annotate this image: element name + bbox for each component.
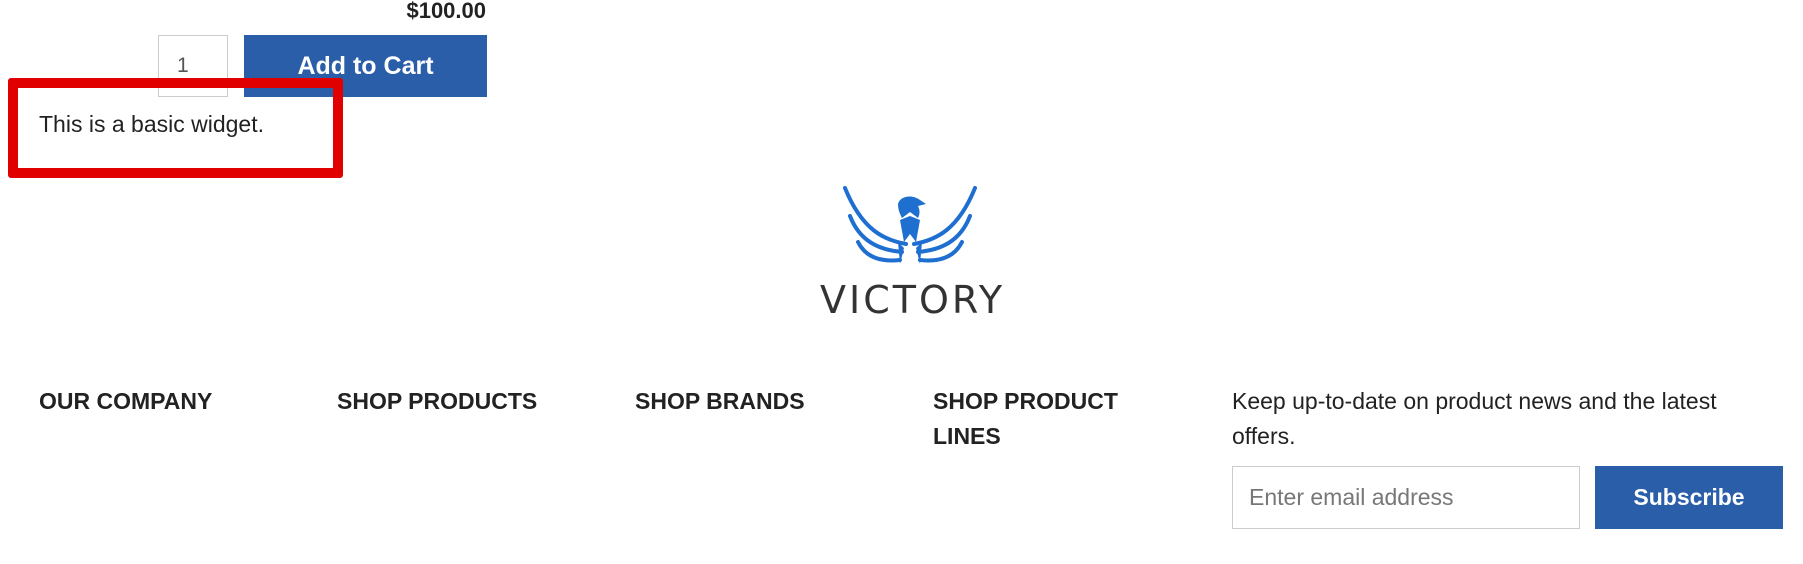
footer-heading-shop-products[interactable]: SHOP PRODUCTS (337, 384, 597, 419)
product-price: $100.00 (406, 0, 486, 23)
basic-widget-text: This is a basic widget. (39, 111, 264, 137)
footer-heading-shop-product-lines[interactable]: SHOP PRODUCT LINES (933, 384, 1173, 454)
victory-logo[interactable]: VICTORY (820, 182, 1010, 322)
newsletter-email-input[interactable] (1232, 466, 1580, 529)
logo-wordmark: VICTORY (820, 278, 1006, 322)
footer-heading-our-company[interactable]: OUR COMPANY (39, 384, 299, 419)
subscribe-button[interactable]: Subscribe (1595, 466, 1783, 529)
footer-heading-shop-brands[interactable]: SHOP BRANDS (635, 384, 895, 419)
newsletter-description: Keep up-to-date on product news and the … (1232, 388, 1717, 449)
eagle-wings-icon (843, 186, 977, 264)
